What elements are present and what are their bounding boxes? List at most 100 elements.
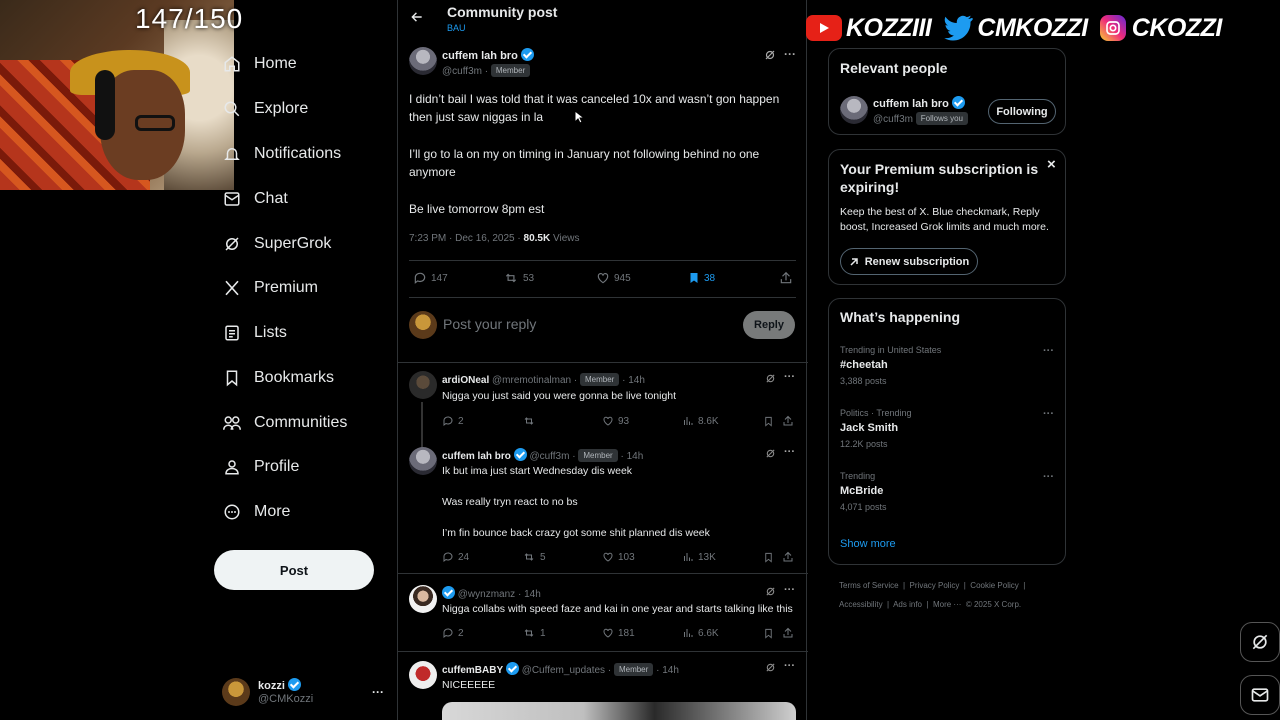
grok-float-button[interactable]	[1240, 622, 1280, 662]
close-icon[interactable]: ×	[1047, 156, 1056, 173]
person-handle[interactable]: @cuff3m	[873, 114, 913, 125]
nav-more[interactable]: More	[222, 492, 290, 532]
account-switcher[interactable]: kozzi @CMKozzi ···	[222, 674, 384, 710]
social-banner: KOZZIII CMKOZZI CKOZZI	[806, 10, 1222, 46]
share-icon[interactable]	[782, 415, 794, 427]
share-icon[interactable]	[782, 627, 794, 639]
repost-action[interactable]: 1	[522, 627, 546, 639]
following-button[interactable]: Following	[988, 99, 1056, 124]
reply-handle[interactable]: @wynzmanz	[458, 589, 515, 600]
avatar[interactable]	[409, 47, 437, 75]
like-action[interactable]: 181	[602, 627, 635, 639]
views-action[interactable]: 6.6K	[682, 627, 719, 639]
footer-links[interactable]: Accessibility | Ads info | More ··· © 20…	[839, 600, 1021, 609]
reply-time[interactable]: 14h	[662, 665, 679, 676]
nav-lists[interactable]: Lists	[222, 313, 287, 353]
community-name[interactable]: BAU	[447, 23, 466, 33]
bookmark-icon[interactable]	[763, 627, 774, 640]
reply-time[interactable]: 14h	[628, 375, 645, 386]
separator-dot: ·	[484, 66, 489, 77]
bookmark-icon[interactable]	[763, 415, 774, 428]
reply-action[interactable]: 24	[442, 551, 469, 563]
reply-button[interactable]: Reply	[743, 311, 795, 339]
repost-action[interactable]	[522, 415, 540, 427]
nav-explore[interactable]: Explore	[222, 89, 308, 129]
repost-icon	[505, 273, 517, 283]
nav-chat[interactable]: Chat	[222, 179, 288, 219]
reply-time[interactable]: 14h	[627, 451, 644, 462]
avatar[interactable]	[409, 447, 437, 475]
person-name[interactable]: cuffem lah bro	[873, 98, 949, 110]
repost-action[interactable]: 53	[503, 271, 534, 285]
reply-author[interactable]: ardiONeal	[442, 375, 489, 386]
nav-notifications[interactable]: Notifications	[222, 134, 341, 174]
grok-icon[interactable]	[765, 448, 776, 459]
post-paragraph: Be live tomorrow 8pm est	[409, 202, 545, 216]
reply-handle[interactable]: @Cuffem_updates	[522, 665, 605, 676]
like-action[interactable]: 945	[596, 271, 631, 285]
grok-icon[interactable]	[764, 49, 776, 61]
reply-time[interactable]: 14h	[524, 589, 541, 600]
bookmark-icon[interactable]	[763, 551, 774, 564]
nav-premium[interactable]: Premium	[222, 268, 318, 308]
nav-supergrok[interactable]: SuperGrok	[222, 224, 331, 264]
avatar[interactable]	[840, 96, 868, 124]
renew-subscription-button[interactable]: Renew subscription	[840, 248, 978, 275]
more-options-icon[interactable]: ···	[784, 371, 795, 383]
grok-icon[interactable]	[765, 586, 776, 597]
messages-float-button[interactable]	[1240, 675, 1280, 715]
reply-handle[interactable]: @cuff3m	[529, 451, 569, 462]
reply-action[interactable]: 2	[442, 627, 464, 639]
more-options-icon[interactable]: ···	[784, 660, 795, 672]
grok-icon[interactable]	[765, 373, 776, 384]
more-options-icon[interactable]: ···	[784, 446, 795, 458]
trend-more-icon[interactable]: ···	[1043, 471, 1054, 483]
trend-more-icon[interactable]: ···	[1043, 345, 1054, 357]
trend-more-icon[interactable]: ···	[1043, 408, 1054, 420]
bookmark-count: 38	[704, 272, 716, 284]
post-timestamp[interactable]: 7:23 PM · Dec 16, 2025 ·	[409, 233, 524, 244]
views-action[interactable]: 13K	[682, 551, 716, 563]
trend-meta: Politics · Trending	[840, 408, 912, 418]
repost-action[interactable]: 5	[522, 551, 546, 563]
bookmark-action[interactable]: 38	[688, 271, 715, 285]
footer-links[interactable]: Terms of Service | Privacy Policy | Cook…	[839, 581, 1025, 590]
more-options-icon[interactable]: ···	[784, 584, 795, 596]
reply-text: Nigga you just said you were gonna be li…	[442, 390, 677, 402]
trend-meta: Trending in United States	[840, 345, 942, 355]
trend-item[interactable]: Politics · Trending Jack Smith 12.2K pos…	[840, 408, 912, 449]
reply-author[interactable]: cuffemBABY	[442, 665, 503, 676]
nav-home[interactable]: Home	[222, 44, 297, 84]
post-author-name[interactable]: cuffem lah bro	[442, 50, 518, 62]
share-icon[interactable]	[779, 271, 793, 285]
trend-item[interactable]: Trending in United States #cheetah 3,388…	[840, 345, 941, 386]
account-more-icon[interactable]: ···	[372, 685, 384, 699]
avatar[interactable]	[409, 585, 437, 613]
grok-icon[interactable]	[765, 662, 776, 673]
back-arrow-icon[interactable]	[410, 10, 424, 24]
avatar[interactable]	[409, 371, 437, 399]
reply-action[interactable]: 147	[413, 271, 448, 285]
post-paragraph: I didn’t bail I was told that it was can…	[409, 92, 780, 124]
trend-item[interactable]: Trending McBride 4,071 posts	[840, 471, 887, 512]
like-action[interactable]: 93	[602, 415, 629, 427]
nav-communities[interactable]: Communities	[222, 403, 347, 443]
show-more-link[interactable]: Show more	[840, 538, 896, 550]
like-action[interactable]: 103	[602, 551, 635, 563]
trend-name: Jack Smith	[840, 422, 899, 434]
nav-profile[interactable]: Profile	[222, 447, 299, 487]
reply-text: NICEEEEE	[442, 679, 496, 691]
reply-action[interactable]: 2	[442, 415, 464, 427]
nav-bookmarks[interactable]: Bookmarks	[222, 358, 334, 398]
reply-header: cuffemBABY @Cuffem_updates · Member · 14…	[442, 662, 679, 676]
more-options-icon[interactable]: ···	[784, 47, 796, 61]
post-button[interactable]: Post	[214, 550, 374, 590]
reply-author[interactable]: cuffem lah bro	[442, 451, 511, 462]
avatar[interactable]	[409, 661, 437, 689]
reply-handle[interactable]: @mremotinalman	[492, 375, 571, 386]
views-action[interactable]: 8.6K	[682, 415, 719, 427]
reply-input[interactable]: Post your reply	[443, 316, 536, 332]
reply-media-image[interactable]	[442, 702, 796, 720]
post-handle[interactable]: @cuff3m	[442, 66, 482, 77]
share-icon[interactable]	[782, 551, 794, 563]
